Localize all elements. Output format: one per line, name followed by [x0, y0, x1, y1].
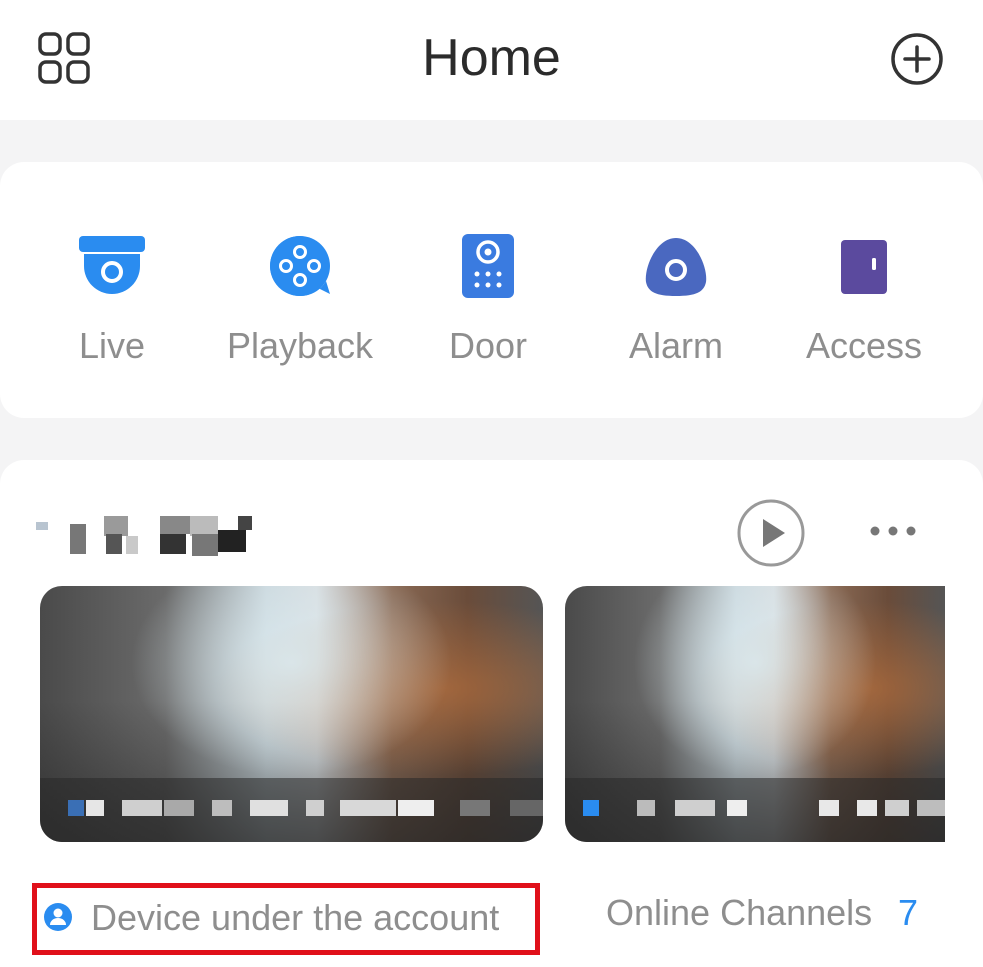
- more-dots-icon[interactable]: [862, 516, 924, 546]
- device-card: Device under the account Online Channels…: [0, 460, 983, 967]
- quick-entry-live[interactable]: Live: [22, 230, 202, 380]
- play-circle-icon[interactable]: [736, 498, 806, 568]
- channel-thumbnail[interactable]: [40, 586, 543, 842]
- door-station-icon: [452, 230, 524, 302]
- quick-entry-door[interactable]: Door: [398, 230, 578, 380]
- quick-entry-label: Door: [448, 325, 528, 366]
- plus-circle-icon[interactable]: [890, 32, 944, 86]
- quick-entry-alarm[interactable]: Alarm: [586, 230, 766, 380]
- user-badge-icon: [43, 902, 73, 932]
- quick-entry-label: Live: [78, 325, 146, 366]
- dome-camera-icon: [76, 230, 148, 302]
- quick-entry-playback[interactable]: Playback: [210, 230, 390, 380]
- account-label: Device under the account: [91, 897, 500, 938]
- access-control-icon: [828, 230, 900, 302]
- channel-caption: [565, 778, 945, 842]
- film-reel-icon: [264, 230, 336, 302]
- channel-thumbnail[interactable]: [565, 586, 945, 842]
- quick-entry-label: Access: [805, 325, 923, 366]
- online-channels-count[interactable]: 7: [898, 891, 918, 935]
- header-bar: Home: [0, 0, 983, 120]
- alarm-sensor-icon: [640, 230, 712, 302]
- device-footer: Device under the account Online Channels…: [0, 880, 983, 955]
- quick-entry-access[interactable]: Access: [774, 230, 954, 380]
- device-name-pixelated[interactable]: [30, 516, 260, 560]
- channel-caption: [40, 778, 543, 842]
- page-title: Home: [422, 29, 561, 87]
- quick-entry-label: Alarm: [628, 325, 723, 366]
- quick-entry-card: Live Playback Door Alarm Access: [0, 162, 983, 418]
- quick-entry-label: Playback: [226, 325, 374, 366]
- online-channels-label: Online Channels: [606, 892, 873, 933]
- device-under-account-link[interactable]: Device under the account: [32, 883, 540, 955]
